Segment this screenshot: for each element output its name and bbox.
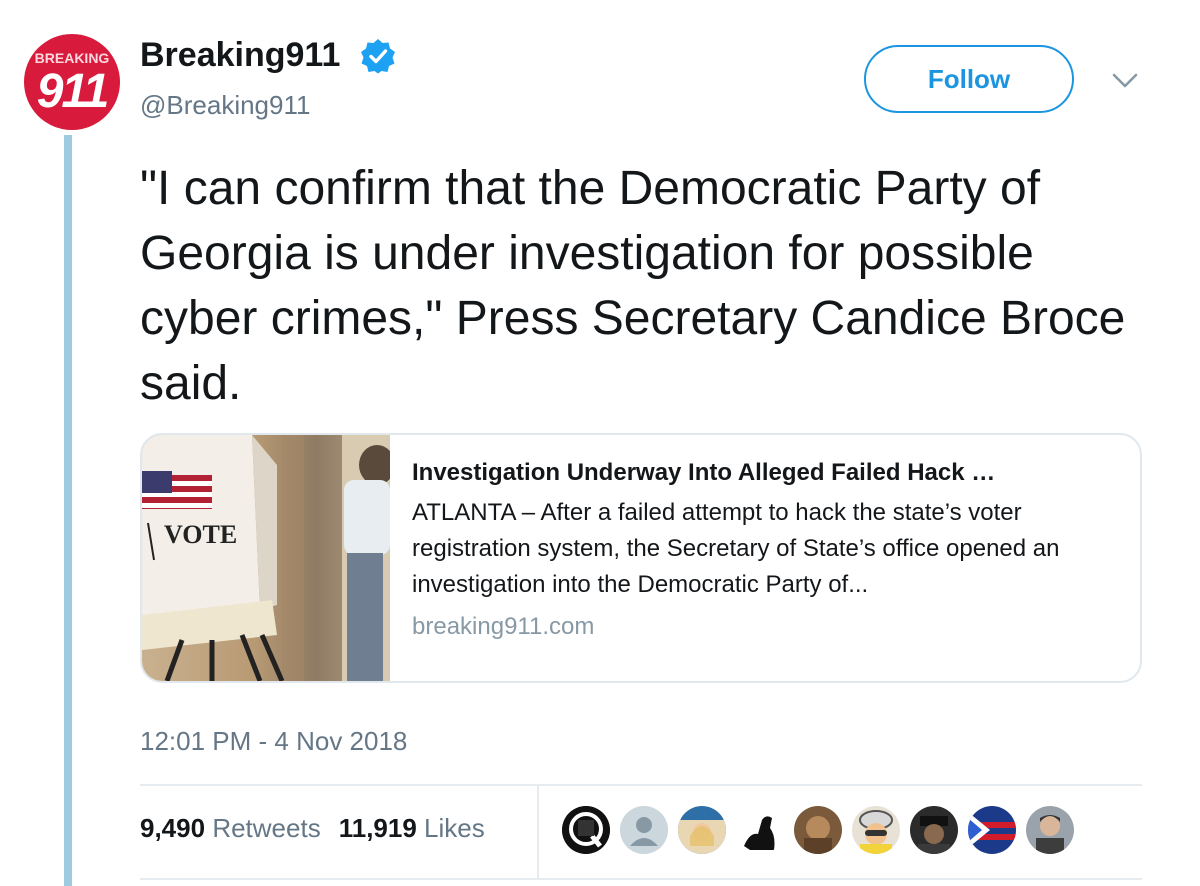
liker-avatar[interactable] — [736, 806, 784, 854]
thread-line — [64, 135, 72, 886]
liker-avatar[interactable] — [910, 806, 958, 854]
q-avatar-icon — [562, 806, 610, 854]
liker-avatar[interactable] — [794, 806, 842, 854]
voting-booth-illustration: VOTE — [142, 435, 390, 681]
chevron-down-icon[interactable] — [1112, 72, 1138, 90]
link-card[interactable]: VOTE Investigation Underway Into Alleged… — [140, 433, 1142, 683]
liker-avatar[interactable] — [1026, 806, 1074, 854]
avatar-text-main: 911 — [36, 65, 110, 118]
card-title[interactable]: Investigation Underway Into Alleged Fail… — [412, 457, 1122, 489]
author-name[interactable]: Breaking911 — [140, 36, 340, 75]
default-avatar-icon — [620, 806, 668, 854]
liker-avatar[interactable] — [562, 806, 610, 854]
likes-stat[interactable]: 11,919 Likes — [339, 813, 485, 843]
silhouette-avatar-icon — [736, 806, 784, 854]
photo-avatar-icon — [910, 806, 958, 854]
liker-avatar[interactable] — [852, 806, 900, 854]
likes-label: Likes — [424, 813, 485, 843]
likes-count: 11,919 — [338, 813, 417, 843]
divider — [140, 784, 1142, 786]
card-domain[interactable]: breaking911.com — [412, 613, 1122, 641]
divider — [140, 878, 1142, 880]
photo-avatar-icon — [794, 806, 842, 854]
author-handle[interactable]: @Breaking911 — [140, 90, 310, 121]
tweet-text: "I can confirm that the Democratic Party… — [140, 162, 1126, 410]
card-body[interactable]: Investigation Underway Into Alleged Fail… — [412, 457, 1122, 641]
tweet-timestamp[interactable]: 12:01 PM - 4 Nov 2018 — [140, 726, 407, 757]
photo-avatar-icon — [852, 806, 900, 854]
tweet-stats: 9,490 Retweets 11,919 Likes — [140, 813, 485, 844]
photo-avatar-icon — [1026, 806, 1074, 854]
retweets-label: Retweets — [212, 813, 321, 843]
stats-divider — [537, 786, 539, 878]
card-description: ATLANTA – After a failed attempt to hack… — [412, 499, 1060, 598]
card-image[interactable]: VOTE — [142, 435, 390, 681]
vote-sign-text: VOTE — [164, 520, 237, 549]
retweets-stat[interactable]: 9,490 Retweets — [140, 813, 321, 843]
liker-avatar[interactable] — [678, 806, 726, 854]
author-avatar[interactable]: BREAKING 911 — [24, 34, 120, 130]
verified-badge-icon — [361, 39, 395, 74]
liker-avatar[interactable] — [968, 806, 1016, 854]
photo-avatar-icon — [678, 806, 726, 854]
liker-avatar[interactable] — [620, 806, 668, 854]
flag-avatar-icon — [968, 806, 1016, 854]
follow-button[interactable]: Follow — [864, 45, 1074, 113]
retweets-count: 9,490 — [140, 813, 206, 843]
